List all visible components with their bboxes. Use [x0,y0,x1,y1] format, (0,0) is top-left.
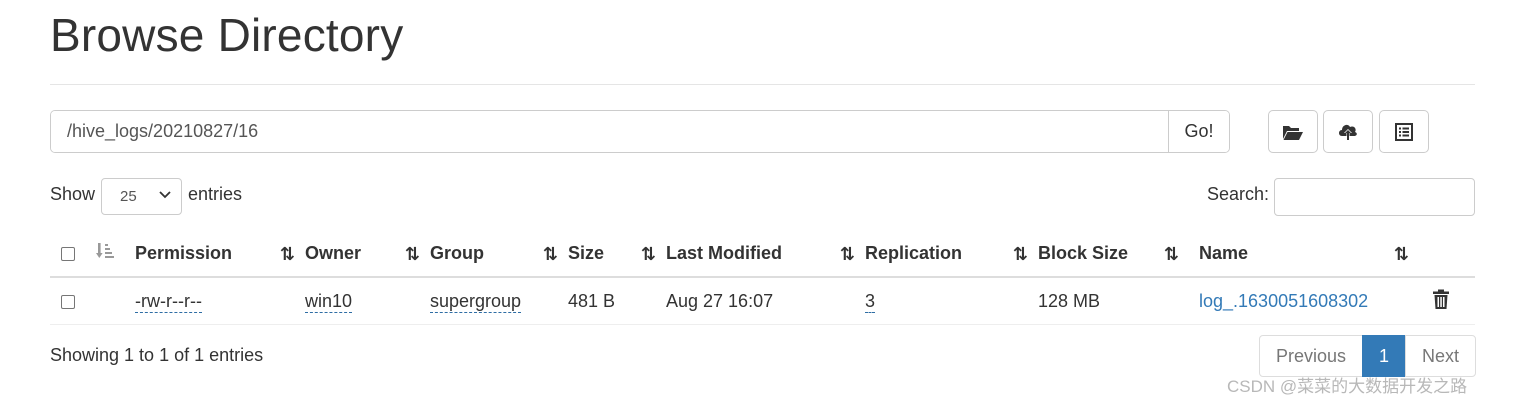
size-cell: 481 B [568,277,666,325]
owner-cell: win10 [305,277,430,325]
block-size-cell: 128 MB [1038,277,1199,325]
search-input[interactable] [1274,178,1475,216]
current-page-button[interactable]: 1 [1362,335,1406,377]
go-button[interactable]: Go! [1168,111,1229,152]
pagination: Previous 1 Next [1259,335,1476,377]
sort-both-icon: ⇅ [279,244,295,264]
sort-header[interactable] [88,230,135,278]
sort-amount-icon [96,242,114,258]
actions-header [1419,230,1475,278]
previous-page-button[interactable]: Previous [1259,335,1363,377]
entries-label: entries [188,184,243,204]
actions-cell [1419,277,1475,325]
show-label: Show [50,184,96,204]
owner-value[interactable]: win10 [305,290,353,313]
table-header-row: Permission ⇅ Owner ⇅ Group ⇅ Size ⇅ Last Mod… [50,230,1475,278]
folder-open-icon [1283,125,1303,140]
group-value[interactable]: supergroup [430,290,522,313]
next-page-button[interactable]: Next [1405,335,1476,377]
column-label: Last Modified [666,242,782,263]
sort-both-icon: ⇅ [1163,244,1179,264]
sort-both-icon: ⇅ [1012,244,1028,264]
row-checkbox[interactable] [61,294,75,309]
path-bar: Go! [50,110,1230,153]
file-name-link[interactable]: log_.1630051608302 [1199,291,1368,311]
chevron-down-icon [159,191,171,199]
column-label: Block Size [1038,242,1129,263]
page-title: Browse Directory [50,9,404,61]
permission-cell: -rw-r--r-- [135,277,305,325]
sort-both-icon: ⇅ [542,244,558,264]
table-row: -rw-r--r-- win10 supergroup 481 B Aug 27… [50,277,1475,325]
cloud-upload-icon [1339,124,1357,140]
title-divider [50,84,1475,85]
column-header-size[interactable]: Size ⇅ [568,230,666,278]
table-info: Showing 1 to 1 of 1 entries [50,345,264,365]
column-header-name[interactable]: Name ⇅ [1199,230,1419,278]
column-header-owner[interactable]: Owner ⇅ [305,230,430,278]
list-alt-icon [1395,122,1413,141]
group-cell: supergroup [430,277,568,325]
column-label: Replication [865,242,963,263]
select-all-header [50,230,88,278]
entries-per-page-value: 25 [120,188,137,205]
sort-both-icon: ⇅ [404,244,420,264]
row-spacer-cell [88,277,135,325]
column-label: Permission [135,242,233,263]
permission-value[interactable]: -rw-r--r-- [135,290,202,313]
trash-icon[interactable] [1433,289,1449,309]
column-header-block-size[interactable]: Block Size ⇅ [1038,230,1199,278]
create-directory-button[interactable] [1268,110,1318,153]
column-header-replication[interactable]: Replication ⇅ [865,230,1038,278]
search-label: Search: [1207,184,1270,204]
column-label: Owner [305,242,362,263]
column-label: Size [568,242,605,263]
column-label: Name [1199,242,1249,263]
file-table: Permission ⇅ Owner ⇅ Group ⇅ Size ⇅ Last Mod… [50,230,1475,325]
cut-paste-button[interactable] [1379,110,1429,153]
name-cell: log_.1630051608302 [1199,277,1419,325]
column-header-permission[interactable]: Permission ⇅ [135,230,305,278]
sort-both-icon: ⇅ [640,244,656,264]
row-select-cell [50,277,88,325]
column-header-group[interactable]: Group ⇅ [430,230,568,278]
sort-both-icon: ⇅ [839,244,855,264]
last-modified-cell: Aug 27 16:07 [666,277,865,325]
column-header-last-modified[interactable]: Last Modified ⇅ [666,230,865,278]
replication-cell: 3 [865,277,1038,325]
sort-both-icon: ⇅ [1393,244,1409,264]
directory-path-input[interactable] [51,111,1168,152]
column-label: Group [430,242,484,263]
select-all-checkbox[interactable] [61,246,75,261]
entries-per-page-select[interactable]: 25 [101,178,182,215]
upload-files-button[interactable] [1323,110,1373,153]
replication-value[interactable]: 3 [865,290,876,313]
watermark: CSDN @菜菜的大数据开发之路 [1227,377,1468,396]
